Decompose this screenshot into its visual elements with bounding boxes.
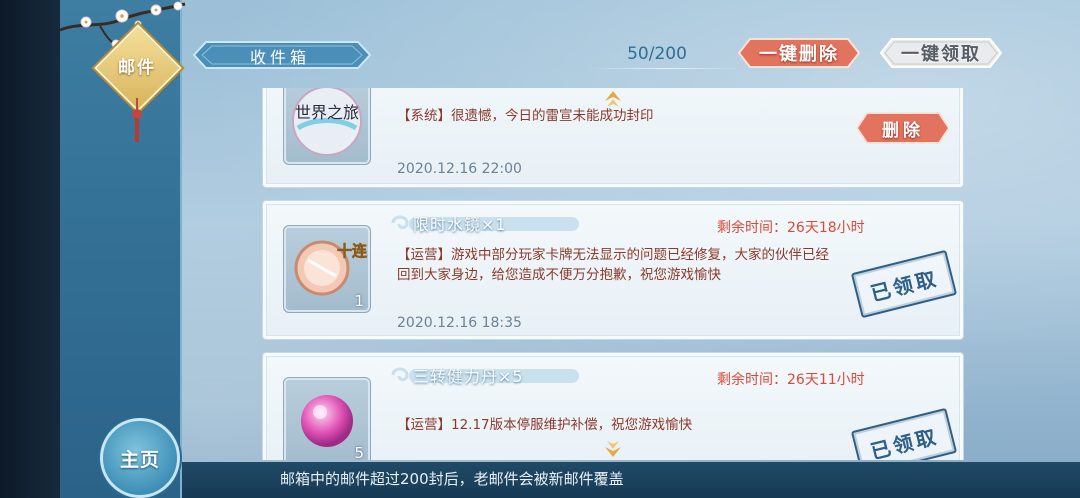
mail-tag-label: 邮件 [118, 58, 156, 78]
mail-card[interactable]: 三转健力丹×5 剩余时间：26天11小时 5 【运营】12.17版本停服维护补偿… [262, 352, 964, 460]
claimed-stamp: 已领取 [850, 249, 958, 319]
claim-all-label: 一键领取 [901, 44, 981, 65]
home-button[interactable]: 主页 [100, 418, 180, 498]
mail-message: 【运营】游戏中部分玩家卡牌无法显示的问题已经修复，大家的伙伴已经回到大家身边，给… [397, 247, 829, 283]
delete-button[interactable]: 删除 [855, 111, 951, 145]
item-title: 三转健力丹×5 [413, 367, 524, 386]
mail-card[interactable]: 世界之旅 【系统】很遗憾，今日的雷宣未能成功封印 删除 2020.12.16 2… [262, 88, 964, 188]
item-thumb[interactable]: 十连 1 [283, 225, 371, 313]
claim-all-button[interactable]: 一键领取 [880, 38, 1002, 68]
footer-notice: 邮箱中的邮件超过200封后，老邮件会被新邮件覆盖 [280, 470, 624, 488]
delete-label: 删除 [882, 120, 924, 141]
claimed-stamp: 已领取 [850, 407, 958, 460]
mail-date: 2020.12.16 22:00 [397, 161, 522, 177]
mail-date: 2020.12.16 18:35 [397, 315, 522, 331]
mail-list[interactable]: 世界之旅 【系统】很遗憾，今日的雷宣未能成功封印 删除 2020.12.16 2… [262, 88, 964, 460]
home-button-label: 主页 [119, 448, 160, 471]
count-divider [590, 68, 740, 69]
item-count: 5 [354, 444, 364, 460]
emblem-text: 世界之旅 [295, 103, 359, 122]
mail-message: 【系统】很遗憾，今日的雷宣未能成功封印 [397, 108, 654, 124]
item-title: 限时水镜×1 [413, 215, 507, 234]
left-rail [0, 0, 60, 498]
ten-pull-badge: 十连 [337, 242, 368, 260]
tassel-icon [132, 98, 142, 142]
scroll-down-arrow-icon[interactable] [603, 437, 623, 459]
item-count: 1 [354, 292, 364, 310]
mail-card[interactable]: 限时水镜×1 剩余时间：26天18小时 十连 1 【运营】游戏中部分玩家卡牌无法… [262, 200, 964, 340]
world-journey-thumb: 世界之旅 [283, 88, 371, 165]
delete-all-button[interactable]: 一键删除 [738, 38, 860, 68]
delete-all-label: 一键删除 [759, 44, 839, 65]
remaining-time: 剩余时间：26天18小时 [717, 220, 865, 236]
remaining-time: 剩余时间：26天11小时 [717, 372, 865, 388]
item-thumb[interactable]: 5 [283, 377, 371, 460]
world-journey-emblem-icon: 世界之旅 [292, 88, 362, 156]
inbox-title: 收件箱 [249, 48, 310, 67]
mail-message: 【运营】12.17版本停服维护补偿，祝您游戏愉快 [397, 417, 693, 433]
mail-count: 50/200 [627, 44, 687, 64]
